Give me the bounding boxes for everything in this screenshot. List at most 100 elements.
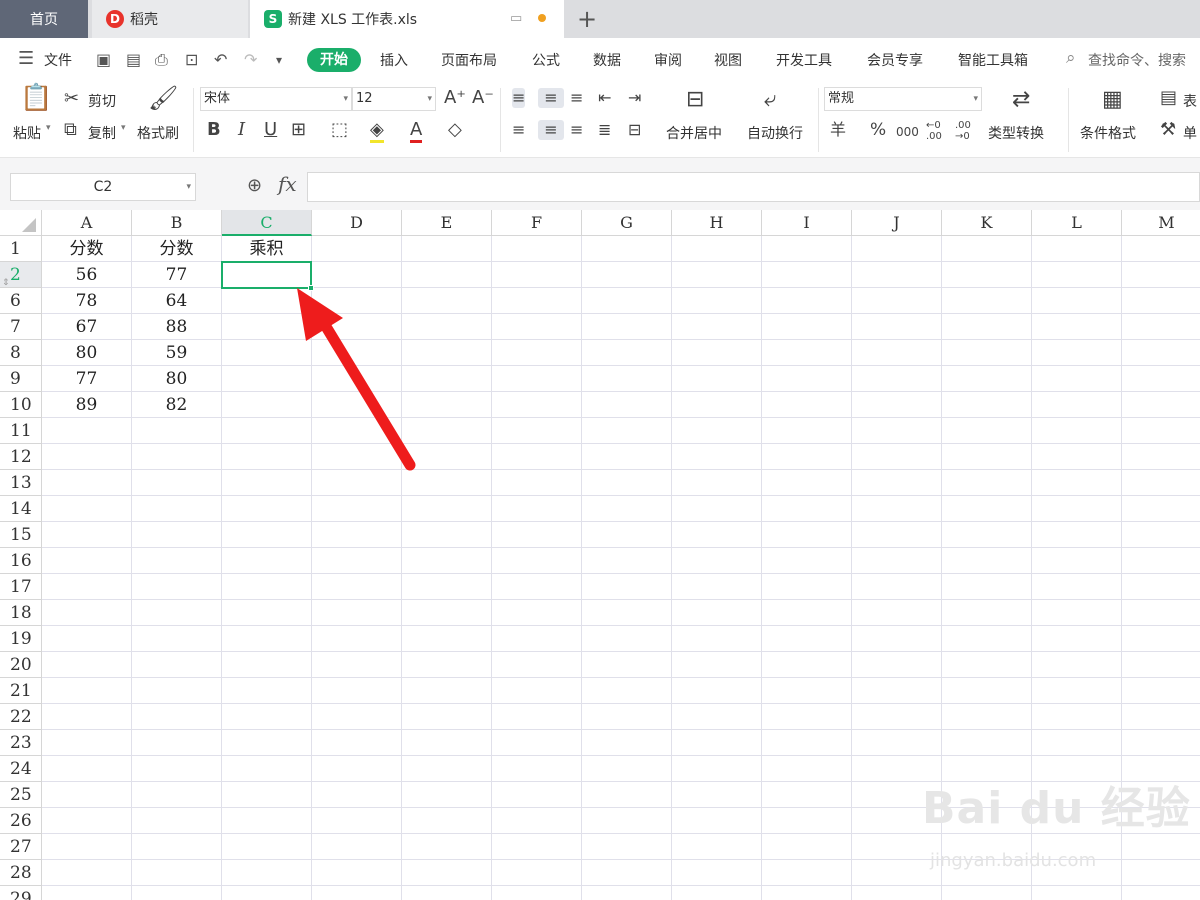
border-icon[interactable]: ⊞ (291, 120, 306, 140)
justify-icon[interactable]: ≣ (598, 120, 611, 140)
bold-button[interactable]: B (207, 120, 221, 140)
menu-developer[interactable]: 开发工具 (776, 50, 832, 70)
more-quick-access-icon[interactable]: ▾ (276, 53, 282, 67)
conditional-format-button[interactable]: 条件格式 (1080, 123, 1136, 143)
annotation-arrow (297, 288, 416, 471)
decrease-decimal-button[interactable]: .00 →0 (955, 120, 977, 142)
distributed-icon[interactable]: ⊟ (628, 120, 641, 140)
font-size-select[interactable]: 12 ▾ (352, 87, 436, 111)
tab-home[interactable]: 首页 (0, 0, 88, 38)
cut-button[interactable]: 剪切 (88, 91, 116, 111)
tab-daoke-label: 稻壳 (130, 12, 158, 28)
menu-formulas[interactable]: 公式 (532, 50, 560, 70)
command-search[interactable]: 查找命令、搜索 (1088, 50, 1200, 70)
wrap-text-icon[interactable]: ⤶ (764, 89, 776, 111)
menu-member[interactable]: 会员专享 (867, 50, 923, 70)
undo-icon[interactable]: ↶ (214, 50, 227, 69)
unsaved-dot-icon (538, 14, 546, 22)
clear-format-icon[interactable]: ◇ (448, 120, 462, 140)
hamburger-icon[interactable]: ☰ (18, 48, 34, 69)
type-convert-icon[interactable]: ⇄ (1012, 89, 1030, 111)
chevron-down-icon: ▾ (973, 94, 978, 104)
number-format-select[interactable]: 常规 ▾ (824, 87, 982, 111)
redo-icon[interactable]: ↷ (244, 50, 257, 69)
align-bottom-icon[interactable]: ≡ (570, 88, 583, 108)
ribbon: 📋 粘贴 ▾ ✂ 剪切 ⧉ 复制 ▾ 🖌 格式刷 宋体 ▾ 12 ▾ A⁺ A⁻ B… (0, 82, 1200, 158)
align-center-icon[interactable]: ≡ (538, 120, 564, 140)
copy-icon[interactable]: ⧉ (64, 120, 77, 140)
table-style-button[interactable]: 表 (1183, 91, 1197, 111)
name-box-value: C2 (93, 179, 113, 195)
menu-view[interactable]: 视图 (714, 50, 742, 70)
ribbon-separator (193, 88, 194, 152)
ribbon-separator (1068, 88, 1069, 152)
increase-decimal-button[interactable]: ←0 .00 (926, 120, 948, 142)
wrap-text-button[interactable]: 自动换行 (747, 123, 803, 143)
tab-home-label: 首页 (30, 12, 58, 28)
format-painter-icon[interactable]: 🖌 (148, 86, 178, 110)
paste-dropdown-icon[interactable]: ▾ (46, 123, 51, 133)
spreadsheet-logo-icon: S (264, 10, 282, 28)
decrease-font-icon[interactable]: A⁻ (472, 88, 494, 108)
ribbon-separator (818, 88, 819, 152)
search-icon[interactable]: ⌕ (1066, 48, 1076, 68)
chevron-down-icon: ▾ (186, 182, 191, 192)
formula-bar: C2 ▾ ⊕ fx (0, 158, 1200, 210)
formula-input[interactable] (307, 172, 1200, 202)
font-name-select[interactable]: 宋体 ▾ (200, 87, 352, 111)
menu-data[interactable]: 数据 (593, 50, 621, 70)
menu-file[interactable]: 文件 (44, 50, 72, 70)
percent-button[interactable]: % (870, 120, 886, 140)
font-size-value: 12 (356, 91, 373, 106)
menu-start[interactable]: 开始 (307, 48, 361, 72)
table-style-icon[interactable]: ▤ (1160, 88, 1177, 108)
thousands-button[interactable]: 000 (896, 122, 919, 142)
insert-function-button[interactable]: fx (278, 172, 297, 196)
number-format-value: 常规 (828, 91, 855, 106)
increase-indent-icon[interactable]: ⇥ (628, 88, 641, 108)
align-middle-icon[interactable]: ≡ (538, 88, 564, 108)
cell-button[interactable]: 单 (1183, 123, 1197, 143)
copy-button[interactable]: 复制 (88, 123, 116, 143)
menu-review[interactable]: 审阅 (654, 50, 682, 70)
type-convert-button[interactable]: 类型转换 (988, 123, 1044, 143)
cut-icon[interactable]: ✂ (64, 89, 79, 109)
menu-insert[interactable]: 插入 (380, 50, 408, 70)
menu-smart-toolbox[interactable]: 智能工具箱 (958, 50, 1028, 70)
new-tab-button[interactable]: + (576, 6, 598, 32)
name-box[interactable]: C2 ▾ (10, 173, 196, 201)
decrease-indent-icon[interactable]: ⇤ (598, 88, 611, 108)
paste-icon[interactable]: 📋 (20, 85, 52, 111)
align-right-icon[interactable]: ≡ (570, 120, 583, 140)
export-pdf-icon[interactable]: ▤ (126, 50, 141, 69)
increase-font-icon[interactable]: A⁺ (444, 88, 466, 108)
zoom-icon[interactable]: ⊕ (247, 175, 262, 196)
spreadsheet-grid[interactable]: ABCDEFGHIJKLM 1 分数 分数 乘积 2 56 77 6 78 64 7 67 88 8 80 5… (0, 210, 1200, 900)
paste-button[interactable]: 粘贴 (13, 123, 41, 143)
arrow-shaft (316, 314, 416, 471)
merge-center-button[interactable]: 合并居中 (666, 123, 722, 143)
align-top-icon[interactable]: ≡ (512, 88, 526, 108)
print-preview-icon[interactable]: ⊡ (185, 50, 198, 69)
menu-page-layout[interactable]: 页面布局 (441, 50, 497, 70)
cell-icon[interactable]: ⚒ (1160, 120, 1176, 140)
font-name-value: 宋体 (204, 91, 231, 106)
merge-center-icon[interactable]: ⊟ (686, 89, 704, 111)
save-icon[interactable]: ▣ (96, 50, 111, 69)
copy-dropdown-icon[interactable]: ▾ (121, 123, 126, 133)
format-painter-button[interactable]: 格式刷 (137, 123, 179, 143)
tab-daoke[interactable]: D 稻壳 (92, 0, 248, 38)
tab-document[interactable]: S 新建 XLS 工作表.xls ▭ (250, 0, 564, 38)
monitor-icon[interactable]: ▭ (510, 11, 522, 26)
underline-button[interactable]: U (264, 120, 277, 140)
chevron-down-icon: ▾ (343, 94, 348, 104)
font-color-icon[interactable]: A (410, 120, 423, 143)
tab-document-label: 新建 XLS 工作表.xls (288, 12, 418, 28)
italic-button[interactable]: I (238, 120, 245, 140)
fill-color-icon[interactable]: ◈ (370, 120, 384, 143)
fill-pattern-icon[interactable]: ⬚ (331, 120, 348, 140)
currency-button[interactable]: 羊 (830, 120, 846, 140)
print-icon[interactable]: ⎙ (155, 50, 168, 70)
conditional-format-icon[interactable]: ▦ (1102, 89, 1123, 111)
align-left-icon[interactable]: ≡ (512, 120, 525, 140)
